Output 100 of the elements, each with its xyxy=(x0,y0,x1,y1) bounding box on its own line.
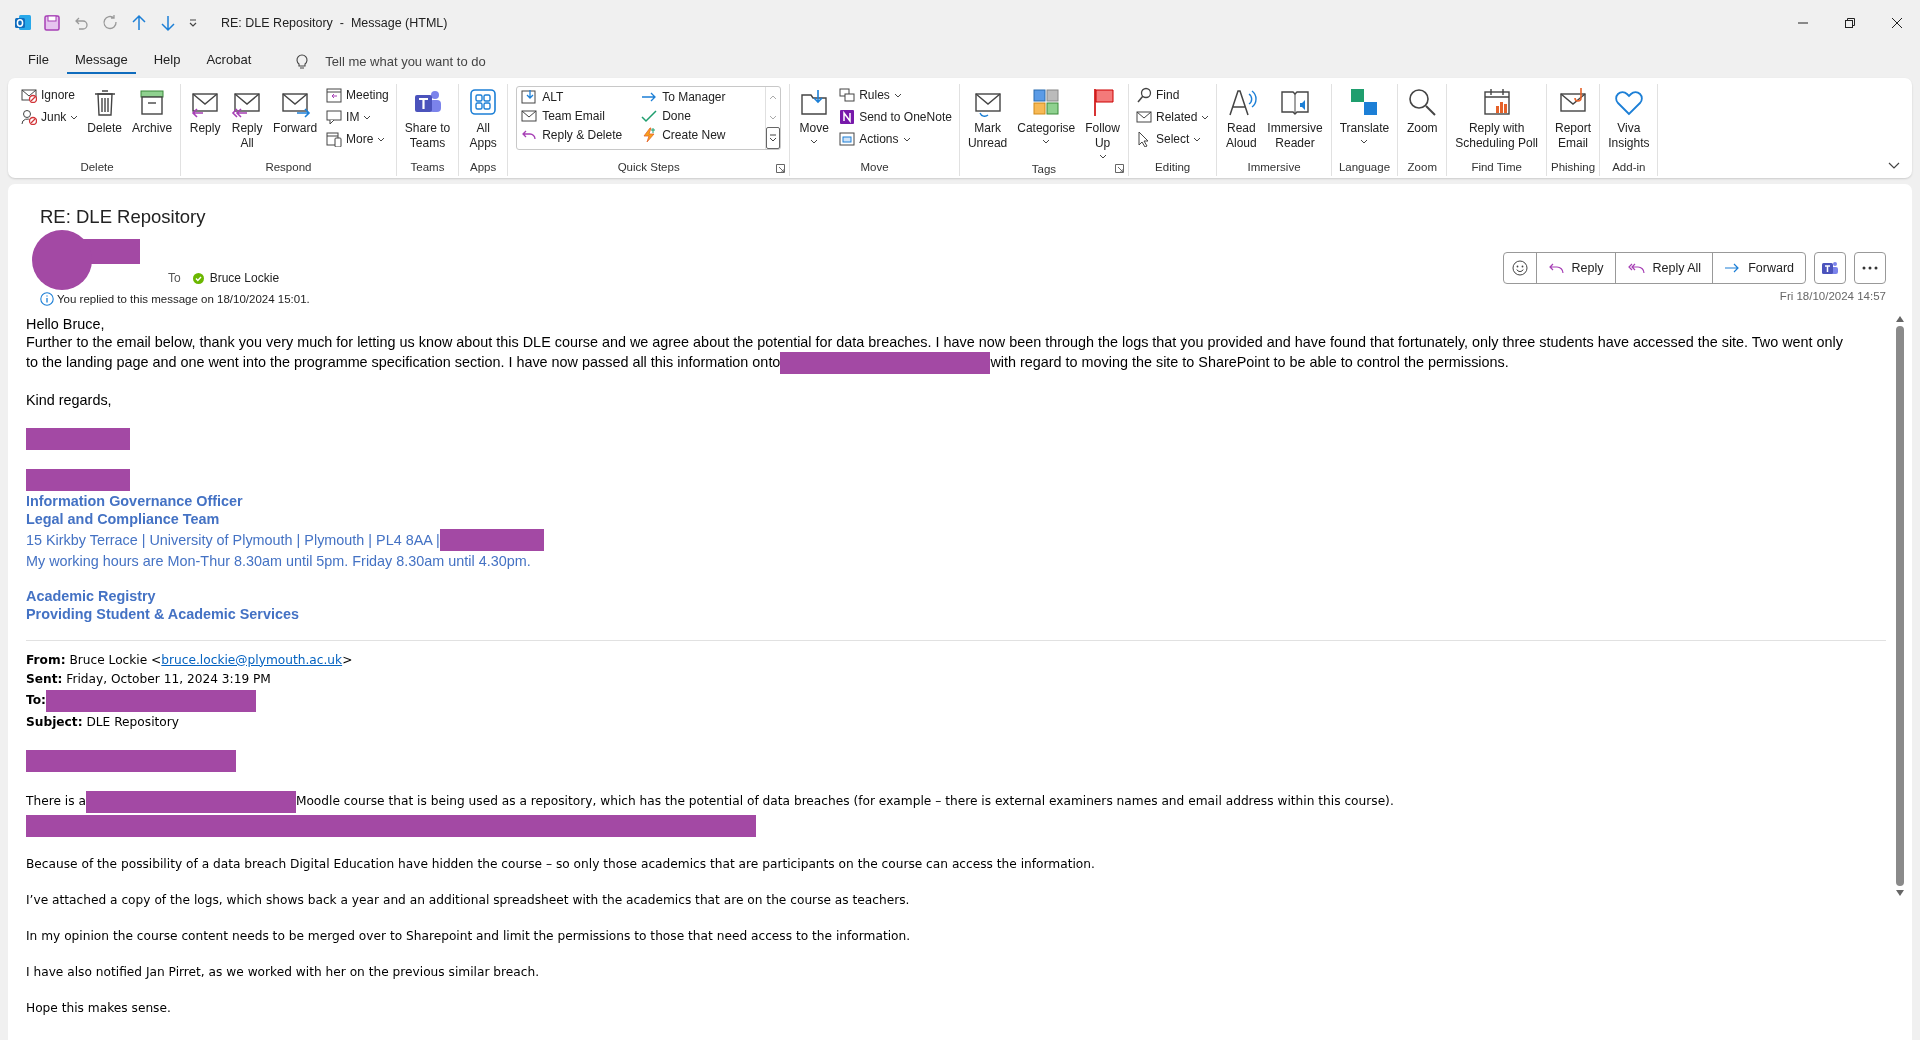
group-label: Quick Steps xyxy=(617,161,680,173)
body-text: I have also notified Jan Pirret, as we worked with her on the previous similar breach. xyxy=(26,963,540,981)
body-text: Academic Registry xyxy=(26,586,156,605)
body-text: 15 Kirkby Terrace | University of Plymouth | Plymouth | PL4 8AA | xyxy=(26,530,440,549)
ribbon-button[interactable]: Archive xyxy=(128,84,177,138)
quick-step-button[interactable]: Team Email xyxy=(521,108,642,124)
ribbon-button[interactable]: Delete xyxy=(83,84,127,138)
quick-step-button[interactable]: ALT xyxy=(521,89,642,105)
scroll-down-icon[interactable] xyxy=(1896,890,1904,896)
ribbon-button[interactable]: Reply xyxy=(185,84,226,138)
ribbon-button[interactable]: Actions xyxy=(836,130,955,148)
save-icon[interactable] xyxy=(43,14,61,32)
ribbon-button[interactable]: Ignore xyxy=(18,86,82,104)
outlook-logo-icon[interactable] xyxy=(14,14,32,32)
body-text: To: xyxy=(26,692,46,709)
up-arrow-icon[interactable] xyxy=(130,14,148,32)
ribbon-button[interactable]: Move xyxy=(794,84,835,146)
group-label: Find Time xyxy=(1471,161,1522,173)
group-label: Phishing xyxy=(1551,161,1596,173)
ribbon-button[interactable]: Categorise xyxy=(1013,84,1080,146)
lightning-icon xyxy=(641,127,658,143)
body-text: In my opinion the course content needs to be merged over to Sharepoint and limit the permissions to those that need access to the information. xyxy=(26,927,911,945)
quick-step-button[interactable]: To Manager xyxy=(641,89,762,105)
check-circle-icon xyxy=(192,272,204,284)
body-text: Because of the possibility of a data breach Digital Education have hidden the course – so only those academics that are participants on the course can access the information. xyxy=(26,855,1095,873)
chevron-down-icon xyxy=(769,114,778,120)
body-text: to the landing page and one went into the programme specification section. I have now passed all this information onto xyxy=(26,354,781,372)
collapse-ribbon-icon[interactable] xyxy=(1888,162,1900,170)
reply-arrow-icon xyxy=(1547,261,1564,275)
more-button[interactable] xyxy=(1854,252,1886,284)
group-label: Editing xyxy=(1155,161,1191,173)
dialog-launcher-icon[interactable] xyxy=(1114,164,1124,173)
envelope-blocked-icon xyxy=(21,87,37,103)
ribbon-button[interactable]: Forward xyxy=(269,84,322,138)
lightbulb-icon xyxy=(295,53,310,69)
ribbon-button[interactable]: Read Aloud xyxy=(1221,84,1262,153)
ribbon-button[interactable]: Related xyxy=(1132,108,1213,126)
menu-tab[interactable]: Message xyxy=(66,48,136,74)
group-label: Apps xyxy=(470,161,497,173)
ribbon-button[interactable]: Meeting xyxy=(323,86,392,104)
down-arrow-icon[interactable] xyxy=(159,14,177,32)
message-action-button[interactable]: Reply xyxy=(1535,253,1615,283)
dialog-launcher-icon[interactable] xyxy=(776,164,786,173)
ribbon-button[interactable]: Immersive Reader xyxy=(1263,84,1327,153)
ribbon-button[interactable]: Junk xyxy=(18,108,82,126)
expand-icon xyxy=(769,134,778,142)
envelope-icon xyxy=(521,108,538,124)
quick-step-button[interactable]: Create New xyxy=(641,127,762,143)
ribbon-button[interactable]: Report Email xyxy=(1551,84,1596,153)
smiley-icon xyxy=(1511,260,1528,276)
to-label: To xyxy=(168,271,181,285)
chat-icon xyxy=(326,109,343,125)
message-action-button[interactable]: Reply All xyxy=(1614,253,1713,283)
group-label: Respond xyxy=(265,161,312,173)
ribbon-button[interactable]: Viva Insights xyxy=(1604,84,1654,153)
ribbon-button[interactable]: All Apps xyxy=(463,84,504,153)
scrollbar-thumb[interactable] xyxy=(1896,326,1904,886)
message-action-button[interactable]: Forward xyxy=(1712,253,1805,283)
scroll-up-icon[interactable] xyxy=(1896,316,1904,322)
menu-tab[interactable]: Help xyxy=(145,48,189,74)
email-link[interactable]: bruce.lockie@plymouth.ac.uk xyxy=(161,650,343,670)
close-icon xyxy=(1891,18,1902,28)
quick-step-button[interactable]: Reply & Delete xyxy=(521,127,642,143)
ribbon-button[interactable]: Select xyxy=(1132,130,1213,148)
recipient-name[interactable]: Bruce Lockie xyxy=(209,271,280,285)
envelope-icon xyxy=(1135,109,1152,125)
forward-arrow-icon xyxy=(1724,261,1741,275)
menu-tab[interactable]: File xyxy=(20,48,57,74)
redo-icon[interactable] xyxy=(101,14,119,32)
customize-caret-icon[interactable] xyxy=(188,18,198,28)
teams-button[interactable] xyxy=(1814,252,1846,284)
menu-tab[interactable]: Acrobat xyxy=(198,48,260,74)
group-label: Add-in xyxy=(1612,161,1646,173)
ribbon-button[interactable]: Share to Teams xyxy=(400,84,455,153)
tell-me-field[interactable]: Tell me what you want to do xyxy=(323,52,568,70)
body-text: Subject: DLE Repository xyxy=(26,713,179,731)
ribbon-button[interactable]: Send to OneNote xyxy=(836,108,955,126)
actions-icon xyxy=(839,131,856,147)
ribbon-button[interactable]: More xyxy=(323,130,392,148)
ribbon-button[interactable]: IM xyxy=(323,108,392,126)
ribbon-button[interactable]: Reply All xyxy=(227,84,268,153)
ribbon-button[interactable]: Reply with Scheduling Poll xyxy=(1451,84,1542,153)
ribbon-button[interactable]: Rules xyxy=(836,86,955,104)
ribbon-button[interactable]: Mark Unread xyxy=(963,84,1012,153)
group-label: Delete xyxy=(80,161,114,173)
group-label: Language xyxy=(1338,161,1391,173)
onenote-icon xyxy=(839,109,856,125)
quick-step-button[interactable]: Done xyxy=(641,108,762,124)
message-subject: RE: DLE Repository xyxy=(40,206,207,228)
body-text: Legal and Compliance Team xyxy=(26,509,220,528)
ribbon-button[interactable]: Follow Up xyxy=(1081,84,1124,161)
body-text: My working hours are Mon-Thur 8.30am until 5pm. Friday 8.30am until 4.30pm. xyxy=(26,551,531,570)
ribbon-button[interactable]: Translate xyxy=(1335,84,1394,146)
gallery-more-button[interactable] xyxy=(766,127,781,149)
body-text: Hello Bruce, xyxy=(26,316,105,334)
more-dots-icon xyxy=(1862,266,1878,270)
group-label: Tags xyxy=(1031,162,1057,175)
ribbon-button[interactable]: Find xyxy=(1132,86,1213,104)
reply-all-arrow-icon xyxy=(1626,261,1645,275)
ribbon-button[interactable]: Zoom xyxy=(1402,84,1443,138)
